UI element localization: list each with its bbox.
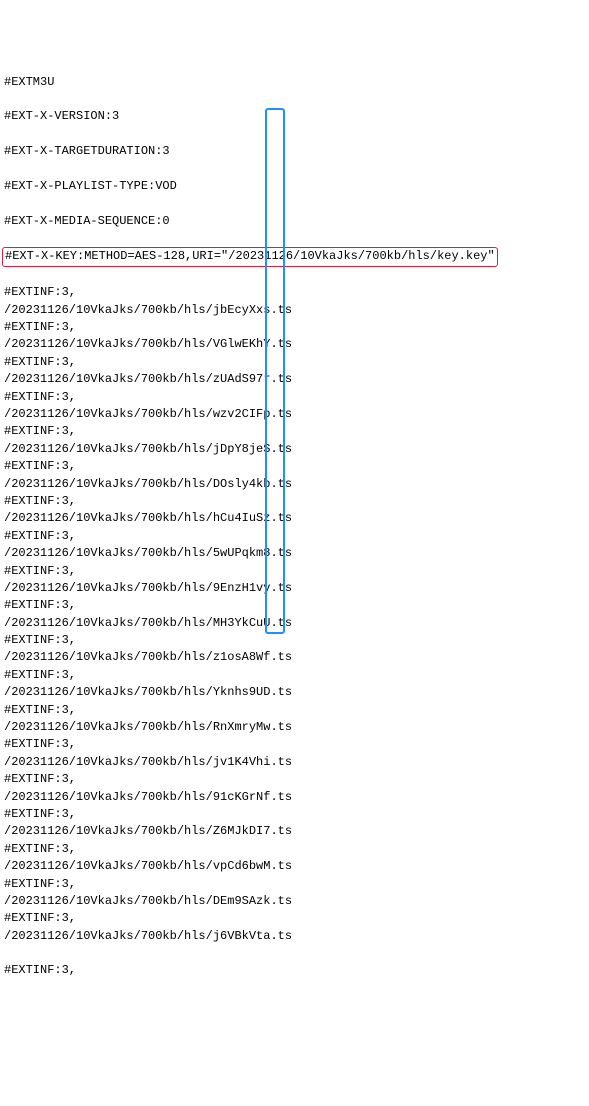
media-sequence-line: #EXT-X-MEDIA-SEQUENCE:0 [4,213,585,230]
segment-line: /20231126/10VkaJks/700kb/hls/zUAdS97r.ts [4,371,585,388]
extinf-line: #EXTINF:3, [4,319,585,336]
extinf-line: #EXTINF:3, [4,563,585,580]
segment-line: /20231126/10VkaJks/700kb/hls/Yknhs9UD.ts [4,684,585,701]
segment-line: /20231126/10VkaJks/700kb/hls/RnXmryMw.ts [4,719,585,736]
extinf-trailing: #EXTINF:3, [4,962,585,979]
extinf-line: #EXTINF:3, [4,597,585,614]
extinf-line: #EXTINF:3, [4,423,585,440]
extinf-line: #EXTINF:3, [4,736,585,753]
extinf-line: #EXTINF:3, [4,771,585,788]
extinf-line: #EXTINF:3, [4,389,585,406]
m3u-header-line: #EXTM3U [4,74,585,91]
extinf-line: #EXTINF:3, [4,876,585,893]
segment-line: /20231126/10VkaJks/700kb/hls/DOsly4kb.ts [4,476,585,493]
segment-line: /20231126/10VkaJks/700kb/hls/vpCd6bwM.ts [4,858,585,875]
segment-line: /20231126/10VkaJks/700kb/hls/5wUPqkm8.ts [4,545,585,562]
target-duration-line: #EXT-X-TARGETDURATION:3 [4,143,585,160]
extinf-line: #EXTINF:3, [4,702,585,719]
extinf-line: #EXTINF:3, [4,458,585,475]
extinf-line: #EXTINF:3, [4,841,585,858]
segments-list: #EXTINF:3,/20231126/10VkaJks/700kb/hls/j… [4,284,585,945]
extinf-line: #EXTINF:3, [4,632,585,649]
segment-line: /20231126/10VkaJks/700kb/hls/9EnzH1vy.ts [4,580,585,597]
extinf-line: #EXTINF:3, [4,354,585,371]
extinf-line: #EXTINF:3, [4,284,585,301]
extinf-line: #EXTINF:3, [4,910,585,927]
segment-line: /20231126/10VkaJks/700kb/hls/z1osA8Wf.ts [4,649,585,666]
segment-line: /20231126/10VkaJks/700kb/hls/jv1K4Vhi.ts [4,754,585,771]
segment-line: /20231126/10VkaJks/700kb/hls/91cKGrNf.ts [4,789,585,806]
key-line-highlighted: #EXT-X-KEY:METHOD=AES-128,URI="/20231126… [2,247,498,266]
segment-line: /20231126/10VkaJks/700kb/hls/VGlwEKhY.ts [4,336,585,353]
version-line: #EXT-X-VERSION:3 [4,108,585,125]
extinf-line: #EXTINF:3, [4,806,585,823]
extinf-line: #EXTINF:3, [4,667,585,684]
extinf-line: #EXTINF:3, [4,528,585,545]
playlist-type-line: #EXT-X-PLAYLIST-TYPE:VOD [4,178,585,195]
segment-line: /20231126/10VkaJks/700kb/hls/Z6MJkDI7.ts [4,823,585,840]
segment-line: /20231126/10VkaJks/700kb/hls/DEm9SAzk.ts [4,893,585,910]
segment-line: /20231126/10VkaJks/700kb/hls/MH3YkCuU.ts [4,615,585,632]
segment-line: /20231126/10VkaJks/700kb/hls/j6VBkVta.ts [4,928,585,945]
segment-line: /20231126/10VkaJks/700kb/hls/wzv2CIFp.ts [4,406,585,423]
segment-line: /20231126/10VkaJks/700kb/hls/hCu4IuSz.ts [4,510,585,527]
segment-line: /20231126/10VkaJks/700kb/hls/jDpY8jeS.ts [4,441,585,458]
extinf-line: #EXTINF:3, [4,493,585,510]
segment-line: /20231126/10VkaJks/700kb/hls/jbEcyXxs.ts [4,302,585,319]
